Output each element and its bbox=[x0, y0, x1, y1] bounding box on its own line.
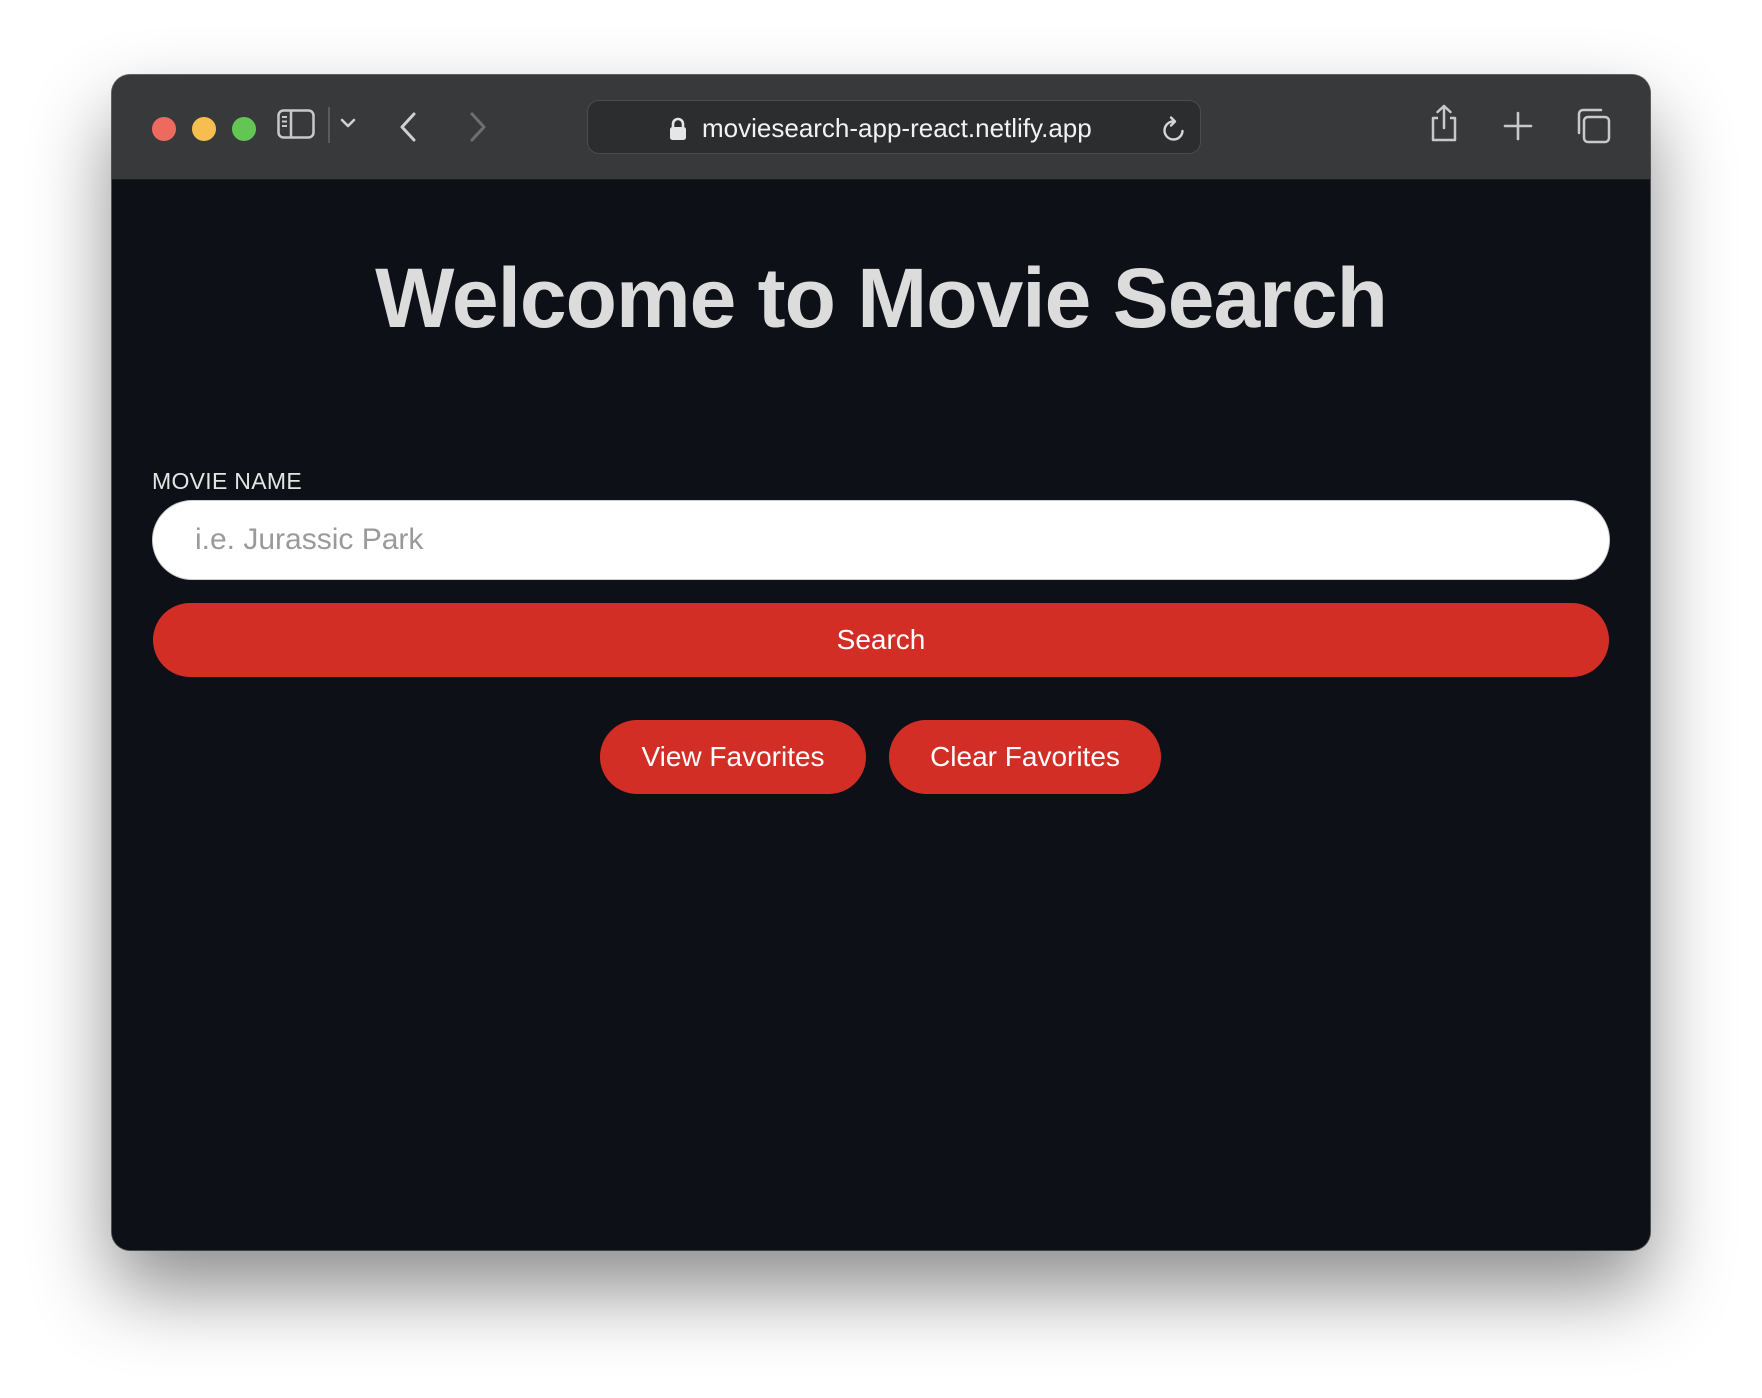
view-favorites-button[interactable]: View Favorites bbox=[600, 720, 866, 794]
minimize-window-icon[interactable] bbox=[192, 117, 216, 141]
toolbar-divider bbox=[328, 107, 330, 143]
plus-icon[interactable] bbox=[1503, 111, 1533, 141]
browser-window: moviesearch-app-react.netlify.app Welcom… bbox=[112, 75, 1650, 1250]
url-text: moviesearch-app-react.netlify.app bbox=[702, 113, 1092, 143]
close-window-icon[interactable] bbox=[152, 117, 176, 141]
reload-icon[interactable] bbox=[1161, 115, 1187, 148]
page-title: Welcome to Movie Search bbox=[375, 251, 1388, 345]
movie-search-input[interactable] bbox=[152, 500, 1610, 580]
lock-icon bbox=[668, 117, 688, 146]
movie-name-label: MOVIE NAME bbox=[152, 468, 302, 494]
back-icon[interactable] bbox=[398, 111, 418, 143]
share-icon[interactable] bbox=[1428, 103, 1460, 143]
tabs-overview-icon[interactable] bbox=[1575, 108, 1611, 144]
browser-toolbar: moviesearch-app-react.netlify.app bbox=[112, 75, 1650, 180]
address-bar[interactable]: moviesearch-app-react.netlify.app bbox=[587, 100, 1201, 154]
zoom-window-icon[interactable] bbox=[232, 117, 256, 141]
chevron-down-icon[interactable] bbox=[340, 117, 356, 129]
clear-favorites-button[interactable]: Clear Favorites bbox=[889, 720, 1161, 794]
page-content: Welcome to Movie Search MOVIE NAME Searc… bbox=[112, 180, 1650, 1250]
search-button[interactable]: Search bbox=[153, 603, 1609, 677]
sidebar-icon[interactable] bbox=[277, 109, 315, 139]
forward-icon[interactable] bbox=[468, 111, 488, 143]
